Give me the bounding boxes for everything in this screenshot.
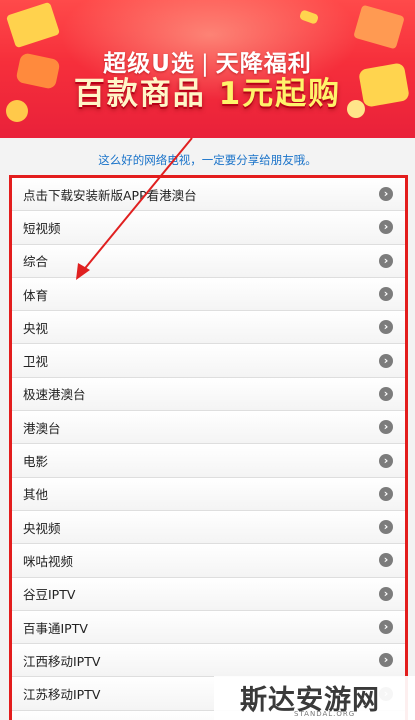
channel-label: 短视频 [23, 220, 61, 236]
chevron-right-icon: › [379, 486, 393, 501]
site-watermark: 斯达安游网 STANDAL.ORG [214, 676, 415, 720]
channel-item[interactable]: 百事通IPTV › [12, 610, 405, 645]
chevron-right-icon: › [379, 653, 393, 668]
channel-label: 其他 [23, 487, 49, 503]
channel-label: 央视频 [23, 520, 61, 536]
channel-item[interactable]: 体育 › [12, 277, 405, 312]
channel-item[interactable]: 央视频 › [12, 510, 405, 545]
chevron-right-icon: › [379, 320, 393, 335]
promo-headline-accent: 1元起购 [218, 76, 342, 112]
chevron-right-icon: › [379, 287, 393, 302]
channel-label: 百事通IPTV [23, 620, 88, 636]
channel-item[interactable]: 电影 › [12, 444, 405, 478]
channel-item[interactable]: 点击下载安装新版APP看港澳台 › [12, 178, 405, 212]
channel-list-frame: 点击下载安装新版APP看港澳台 › 短视频 › 综合 › 体育 › 央视 › 卫视 › 极速港澳台 › 港澳… [9, 175, 408, 720]
chevron-right-icon: › [379, 620, 393, 634]
chevron-right-icon: › [379, 386, 393, 401]
share-hint: 这么好的网络电视，一定要分享给朋友哦。 [98, 153, 317, 167]
chevron-right-icon: › [379, 353, 393, 368]
chevron-right-icon: › [379, 453, 393, 468]
channel-label: 港澳台 [23, 420, 61, 436]
channel-label: 江西移动IPTV [23, 653, 101, 669]
promo-headline: 百款商品 1元起购 [0, 68, 415, 113]
channel-label: 江苏移动IPTV [23, 687, 101, 703]
channel-item[interactable]: 谷豆IPTV › [12, 577, 405, 611]
channel-item[interactable]: 港澳台 › [12, 411, 405, 445]
channel-label: 电影 [23, 454, 49, 470]
chevron-right-icon: › [379, 520, 393, 535]
red-packet-decoration [353, 4, 405, 50]
channel-item[interactable]: 极速港澳台 › [12, 377, 405, 412]
channel-label: 极速港澳台 [23, 387, 86, 403]
chevron-right-icon: › [379, 253, 393, 268]
channel-item[interactable]: 咪咕视频 › [12, 544, 405, 578]
chevron-right-icon: › [379, 220, 393, 235]
channel-item[interactable]: 江西移动IPTV › [12, 644, 405, 678]
channel-item[interactable]: 其他 › [12, 477, 405, 511]
promo-banner[interactable]: 超级U选 | 天降福利 百款商品 1元起购 [0, 0, 415, 138]
channel-label: 综合 [23, 254, 49, 270]
channel-item[interactable]: 综合 › [12, 244, 405, 278]
channel-label: 体育 [23, 287, 49, 303]
channel-label: 点击下载安装新版APP看港澳台 [23, 187, 197, 203]
channel-item[interactable]: 短视频 › [12, 211, 405, 245]
chevron-right-icon: › [379, 187, 393, 202]
channel-label: 卫视 [23, 354, 49, 370]
channel-item[interactable]: 央视 › [12, 311, 405, 345]
red-packet-decoration [5, 1, 61, 49]
channel-list: 点击下载安装新版APP看港澳台 › 短视频 › 综合 › 体育 › 央视 › 卫视 › 极速港澳台 › 港澳… [12, 178, 405, 720]
channel-label: 咪咕视频 [23, 553, 74, 569]
promo-headline-main: 百款商品 [73, 76, 206, 112]
channel-item[interactable]: 卫视 › [12, 344, 405, 378]
watermark-domain: STANDAL.ORG [294, 710, 356, 718]
channel-label: 央视 [23, 320, 49, 336]
chevron-right-icon: › [379, 420, 393, 435]
channel-label: 谷豆IPTV [23, 587, 76, 603]
chevron-right-icon: › [379, 586, 393, 601]
chevron-right-icon: › [379, 553, 393, 568]
